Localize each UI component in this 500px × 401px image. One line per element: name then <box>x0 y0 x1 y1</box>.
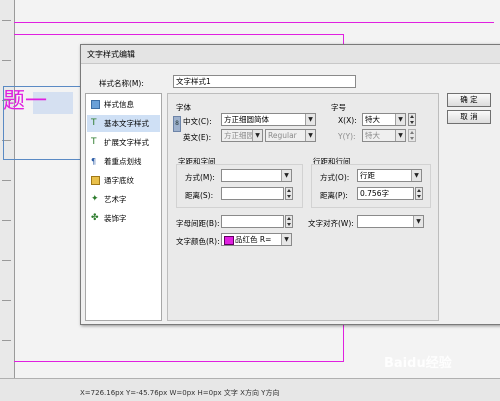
shading-icon <box>91 176 100 185</box>
nav-label: 通字底纹 <box>104 176 134 185</box>
status-text: X=726.16px Y=-45.76px W=0px H=0px 文字 X方向… <box>80 389 280 397</box>
chinese-font-select[interactable]: 方正细圆简体 ▼ <box>221 113 316 126</box>
size-group-label: 字号 <box>331 103 346 112</box>
line-distance-spinner[interactable] <box>415 187 423 200</box>
style-name-label: 样式名称(M): <box>99 79 144 88</box>
basic-style-panel: 字体 8 中文(C): 方正细圆简体 ▼ 英文(E): 方正细园 ▼ Regul… <box>167 93 439 321</box>
watermark: Baidu经验 <box>384 356 452 371</box>
chevron-down-icon: ▼ <box>395 130 405 141</box>
text-color-value: 品红色 R= <box>235 235 272 244</box>
style-name-input[interactable]: 文字样式1 <box>173 75 356 88</box>
emphasis-icon: ¶ <box>91 157 97 166</box>
chevron-down-icon: ▼ <box>305 114 315 125</box>
size-x-label: X(X): <box>338 116 357 125</box>
line-mode-select[interactable]: 行距 ▼ <box>357 169 422 182</box>
size-y-spinner[interactable] <box>408 129 416 142</box>
chevron-down-icon: ▼ <box>395 114 405 125</box>
nav-item-basic-style[interactable]: T 基本文字样式 <box>87 115 160 132</box>
style-category-list: 样式信息 T 基本文字样式 T 扩展文字样式 ¶ 着重点划线 通字底纹 ✦ 艺术… <box>85 93 162 321</box>
font-group-label: 字体 <box>176 103 191 112</box>
size-x-value: 特大 <box>365 115 380 124</box>
margin-guide-top <box>14 34 344 35</box>
size-y-select[interactable]: 特大 ▼ <box>362 129 406 142</box>
nav-label: 样式信息 <box>104 100 134 109</box>
document-heading[interactable]: 题一 <box>3 90 47 114</box>
nav-label: 着重点划线 <box>104 157 142 166</box>
info-icon <box>91 100 100 109</box>
size-x-select[interactable]: 特大 ▼ <box>362 113 406 126</box>
text-color-label: 文字颜色(R): <box>176 237 220 246</box>
nav-item-style-info[interactable]: 样式信息 <box>87 96 160 113</box>
nav-label: 基本文字样式 <box>104 119 149 128</box>
char-distance-label: 距离(S): <box>185 191 214 200</box>
chevron-down-icon: ▼ <box>411 170 421 181</box>
line-mode-value: 行距 <box>360 171 375 180</box>
chinese-font-label: 中文(C): <box>183 117 212 126</box>
vertical-ruler <box>0 0 15 378</box>
western-font-label: 英文(E): <box>183 133 212 142</box>
nav-item-art-text[interactable]: ✦ 艺术字 <box>87 191 160 208</box>
size-y-value: 特大 <box>365 131 380 140</box>
line-distance-input[interactable]: 0.756字 <box>357 187 414 200</box>
art-text-icon: ✦ <box>91 194 99 204</box>
nav-item-shading[interactable]: 通字底纹 <box>87 172 160 189</box>
chevron-down-icon: ▼ <box>413 216 423 227</box>
basic-style-icon: T <box>91 118 97 128</box>
nav-label: 扩展文字样式 <box>104 138 149 147</box>
text-align-label: 文字对齐(W): <box>308 219 354 228</box>
chevron-down-icon: ▼ <box>305 130 315 141</box>
chevron-down-icon: ▼ <box>281 234 291 245</box>
text-color-select[interactable]: 品红色 R= ▼ <box>221 233 292 246</box>
letter-spacing-spinner[interactable] <box>285 215 293 228</box>
color-swatch <box>224 236 234 245</box>
line-distance-label: 距离(P): <box>320 191 348 200</box>
western-font-select[interactable]: 方正细园 ▼ <box>221 129 263 142</box>
chevron-down-icon: ▼ <box>281 170 291 181</box>
nav-item-decorative-text[interactable]: ✤ 装饰字 <box>87 210 160 227</box>
nav-item-extended-style[interactable]: T 扩展文字样式 <box>87 134 160 151</box>
char-mode-label: 方式(M): <box>185 173 215 182</box>
line-mode-label: 方式(O): <box>320 173 350 182</box>
size-x-spinner[interactable] <box>408 113 416 126</box>
margin-guide-bottom <box>14 361 344 362</box>
nav-item-emphasis[interactable]: ¶ 着重点划线 <box>87 153 160 170</box>
chevron-down-icon: ▼ <box>252 130 262 141</box>
link-font-icon[interactable]: 8 <box>173 116 181 132</box>
letter-spacing-label: 字母间距(B): <box>176 219 220 228</box>
decorative-text-icon: ✤ <box>91 213 99 223</box>
dialog-title: 文字样式编辑 <box>87 50 135 59</box>
page-border-top <box>14 22 494 23</box>
extended-style-icon: T <box>91 137 97 147</box>
ok-button[interactable]: 确 定 <box>447 93 491 107</box>
western-style-value: Regular <box>268 131 297 140</box>
char-distance-input[interactable] <box>221 187 284 200</box>
char-mode-select[interactable]: ▼ <box>221 169 292 182</box>
chinese-font-value: 方正细圆简体 <box>224 115 269 124</box>
western-style-select[interactable]: Regular ▼ <box>265 129 316 142</box>
char-distance-spinner[interactable] <box>285 187 293 200</box>
dialog-titlebar[interactable]: 文字样式编辑 <box>81 45 500 64</box>
letter-spacing-input[interactable] <box>221 215 284 228</box>
text-style-dialog: 文字样式编辑 样式名称(M): 文字样式1 确 定 取 消 样式信息 T 基本文… <box>80 44 500 325</box>
nav-label: 装饰字 <box>104 214 127 223</box>
size-y-label: Y(Y): <box>338 132 356 141</box>
text-align-select[interactable]: ▼ <box>357 215 424 228</box>
western-font-value: 方正细园 <box>224 131 254 140</box>
cancel-button[interactable]: 取 消 <box>447 110 491 124</box>
nav-label: 艺术字 <box>104 195 127 204</box>
